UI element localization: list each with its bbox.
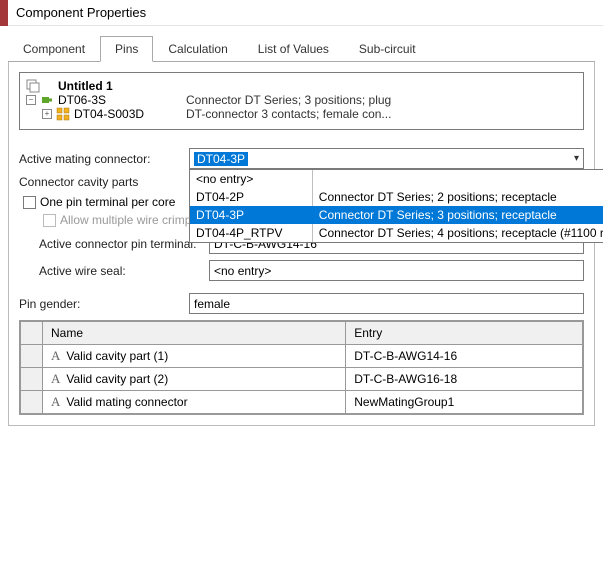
dropdown-option[interactable]: DT04-3PConnector DT Series; 3 positions;… [190, 206, 603, 224]
valid-parts-table: Name Entry AValid cavity part (1) DT-C-B… [19, 320, 584, 415]
table-row[interactable]: AValid mating connector NewMatingGroup1 [21, 391, 583, 414]
client-area: Component Pins Calculation List of Value… [0, 26, 603, 426]
dropdown-option[interactable]: <no entry> [190, 170, 603, 188]
active-pin-terminal-label: Active connector pin terminal: [19, 237, 209, 251]
app-accent-strip [0, 0, 8, 26]
active-mating-row: Active mating connector: DT04-3P ▾ <no e… [19, 148, 584, 169]
chevron-down-icon: ▾ [574, 153, 579, 164]
window-title: Component Properties [0, 0, 603, 26]
table-header-row: Name Entry [21, 322, 583, 345]
dropdown-option[interactable]: DT04-4P_RTPVConnector DT Series; 4 posit… [190, 224, 603, 242]
tab-list-of-values[interactable]: List of Values [243, 36, 344, 61]
tree-row[interactable]: − DT06-3S Connector DT Series; 3 positio… [26, 93, 577, 107]
dropdown-list: <no entry> DT04-2PConnector DT Series; 2… [189, 169, 603, 243]
tree-item-label: DT04-S003D [74, 107, 144, 121]
terminal-icon [56, 107, 70, 121]
tab-calculation[interactable]: Calculation [153, 36, 242, 61]
tree-box[interactable]: Untitled 1 − DT06-3S Connector DT Series… [19, 72, 584, 130]
tree-item-desc: Connector DT Series; 3 positions; plug [186, 93, 577, 107]
collapse-icon[interactable]: − [26, 95, 36, 105]
cavity-parts-label: Connector cavity parts [19, 175, 189, 189]
tab-strip: Component Pins Calculation List of Value… [8, 36, 595, 62]
connector-plug-icon [40, 93, 54, 107]
tree-root-row[interactable]: Untitled 1 [26, 79, 577, 93]
component-stack-icon [26, 79, 40, 93]
table-row[interactable]: AValid cavity part (2) DT-C-B-AWG16-18 [21, 368, 583, 391]
active-mating-label: Active mating connector: [19, 152, 189, 166]
active-wire-seal-row: Active wire seal: [19, 260, 584, 281]
active-mating-dropdown[interactable]: DT04-3P ▾ <no entry> DT04-2PConnector DT… [189, 148, 584, 169]
tree-item-label: DT06-3S [58, 93, 106, 107]
tab-component[interactable]: Component [8, 36, 100, 61]
pin-gender-label: Pin gender: [19, 297, 189, 311]
component-properties-window: Component Properties Component Pins Calc… [0, 0, 603, 562]
pin-gender-row: Pin gender: [19, 293, 584, 314]
active-wire-seal-label: Active wire seal: [19, 264, 209, 278]
table-row[interactable]: AValid cavity part (1) DT-C-B-AWG14-16 [21, 345, 583, 368]
tab-pins[interactable]: Pins [100, 36, 153, 62]
text-attribute-icon: A [51, 348, 60, 364]
col-entry[interactable]: Entry [346, 322, 583, 345]
tree-root-label: Untitled 1 [58, 79, 113, 93]
checkbox-icon [43, 214, 56, 227]
pins-panel: Untitled 1 − DT06-3S Connector DT Series… [8, 62, 595, 426]
allow-multiple-label: Allow multiple wire crimps [60, 213, 197, 227]
tree-row[interactable]: + DT04-S003D DT-connector 3 contacts; fe… [26, 107, 577, 121]
text-attribute-icon: A [51, 371, 60, 387]
dropdown-option[interactable]: DT04-2PConnector DT Series; 2 positions;… [190, 188, 603, 206]
text-attribute-icon: A [51, 394, 60, 410]
col-name[interactable]: Name [43, 322, 346, 345]
dropdown-selected-value: DT04-3P [194, 152, 248, 166]
checkbox-icon[interactable] [23, 196, 36, 209]
tree-item-desc: DT-connector 3 contacts; female con... [186, 107, 577, 121]
table-corner [21, 322, 43, 345]
pin-gender-input[interactable] [189, 293, 584, 314]
expand-icon[interactable]: + [42, 109, 52, 119]
tab-sub-circuit[interactable]: Sub-circuit [344, 36, 431, 61]
active-wire-seal-input[interactable] [209, 260, 584, 281]
one-pin-label: One pin terminal per core [40, 195, 175, 209]
